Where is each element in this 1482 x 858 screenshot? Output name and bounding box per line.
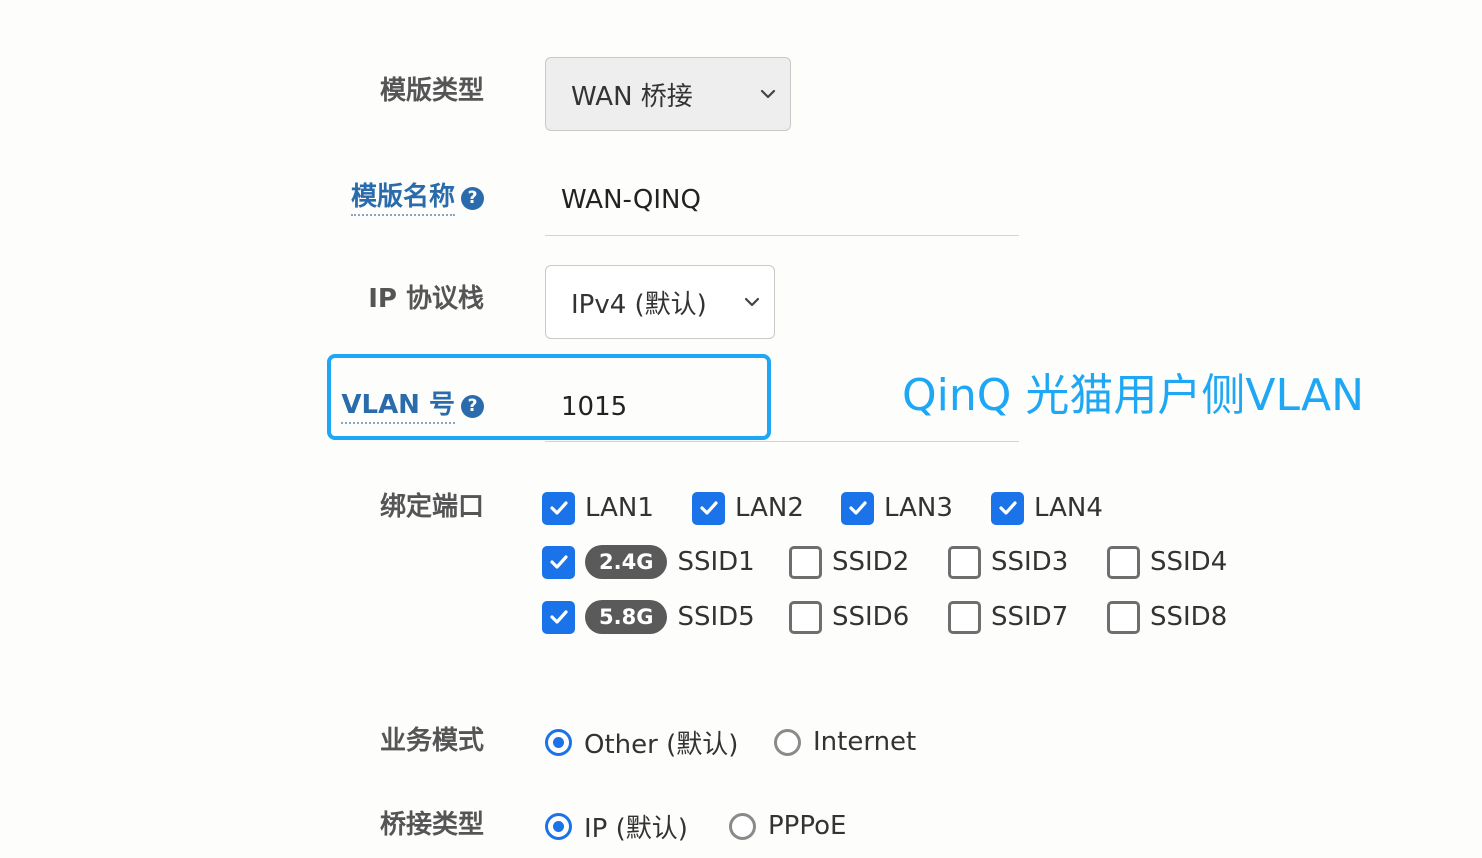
checkbox-ssid8[interactable]: SSID8 <box>1107 599 1227 635</box>
checkbox-label: LAN2 <box>735 493 804 523</box>
radio-selected-icon[interactable] <box>545 728 572 756</box>
checkbox-label: SSID3 <box>991 547 1069 577</box>
radio-unselected-icon[interactable] <box>729 812 756 840</box>
checkbox-lan1[interactable]: LAN1 <box>542 490 654 526</box>
radio-selected-icon[interactable] <box>545 812 572 840</box>
checkbox-label: SSID5 <box>677 602 755 632</box>
template-name-label[interactable]: 模版名称? <box>350 182 484 216</box>
template-type-label: 模版类型 <box>379 76 484 106</box>
checkbox-checked-icon[interactable] <box>542 491 575 525</box>
checkbox-unchecked-icon[interactable] <box>1107 600 1140 634</box>
checkbox-ssid4[interactable]: SSID4 <box>1107 544 1227 580</box>
checkbox-label: SSID8 <box>1150 602 1228 632</box>
radio-unselected-icon[interactable] <box>774 728 801 756</box>
question-circle-icon[interactable]: ? <box>461 187 484 210</box>
checkbox-ssid2[interactable]: SSID2 <box>789 544 909 580</box>
checkbox-ssid6[interactable]: SSID6 <box>789 599 909 635</box>
qinq-annotation: QinQ 光猫用户侧VLAN <box>902 370 1364 421</box>
checkbox-unchecked-icon[interactable] <box>948 545 981 579</box>
checkbox-label: SSID2 <box>832 547 910 577</box>
ip-stack-label: IP 协议栈 <box>368 284 484 314</box>
radio-internet[interactable]: Internet <box>774 724 916 760</box>
checkbox-unchecked-icon[interactable] <box>1107 545 1140 579</box>
checkbox-label: SSID4 <box>1150 547 1228 577</box>
checkbox-ssid5[interactable]: 5.8G SSID5 <box>542 599 755 635</box>
checkbox-ssid3[interactable]: SSID3 <box>948 544 1068 580</box>
bind-ports-label: 绑定端口 <box>379 492 484 522</box>
bridge-type-label: 桥接类型 <box>379 810 484 840</box>
checkbox-label: LAN3 <box>884 493 953 523</box>
template-type-value: WAN 桥接 <box>571 81 693 112</box>
checkbox-label: SSID7 <box>991 602 1069 632</box>
radio-other[interactable]: Other (默认) <box>545 724 738 760</box>
checkbox-unchecked-icon[interactable] <box>948 600 981 634</box>
band-badge-5-8g: 5.8G <box>585 600 668 634</box>
radio-label: IP (默认) <box>584 813 688 844</box>
checkbox-label: SSID1 <box>677 547 755 577</box>
checkbox-lan4[interactable]: LAN4 <box>991 490 1103 526</box>
service-mode-label: 业务模式 <box>379 726 484 756</box>
vlan-highlight-box <box>327 354 771 440</box>
template-name-input[interactable]: WAN-QINQ <box>545 164 1019 236</box>
checkbox-ssid1[interactable]: 2.4G SSID1 <box>542 544 755 580</box>
template-name-value: WAN-QINQ <box>561 184 701 215</box>
radio-label: PPPoE <box>768 811 847 841</box>
ip-stack-select[interactable]: IPv4 (默认) <box>545 265 775 339</box>
chevron-down-icon <box>744 297 760 307</box>
checkbox-checked-icon[interactable] <box>542 600 575 634</box>
checkbox-checked-icon[interactable] <box>991 491 1024 525</box>
radio-ip[interactable]: IP (默认) <box>545 808 688 844</box>
checkbox-unchecked-icon[interactable] <box>789 600 822 634</box>
checkbox-ssid7[interactable]: SSID7 <box>948 599 1068 635</box>
template-type-select[interactable]: WAN 桥接 <box>545 57 791 131</box>
checkbox-unchecked-icon[interactable] <box>789 545 822 579</box>
checkbox-lan3[interactable]: LAN3 <box>841 490 953 526</box>
radio-label: Other (默认) <box>584 729 739 760</box>
checkbox-checked-icon[interactable] <box>542 545 575 579</box>
checkbox-label: LAN1 <box>585 493 654 523</box>
checkbox-lan2[interactable]: LAN2 <box>692 490 804 526</box>
ip-stack-value: IPv4 (默认) <box>571 289 707 320</box>
checkbox-label: LAN4 <box>1034 493 1103 523</box>
checkbox-checked-icon[interactable] <box>841 491 874 525</box>
radio-label: Internet <box>813 727 917 757</box>
checkbox-label: SSID6 <box>832 602 910 632</box>
checkbox-checked-icon[interactable] <box>692 491 725 525</box>
radio-pppoe[interactable]: PPPoE <box>729 808 846 844</box>
band-badge-2-4g: 2.4G <box>585 545 668 579</box>
chevron-down-icon <box>760 89 776 99</box>
